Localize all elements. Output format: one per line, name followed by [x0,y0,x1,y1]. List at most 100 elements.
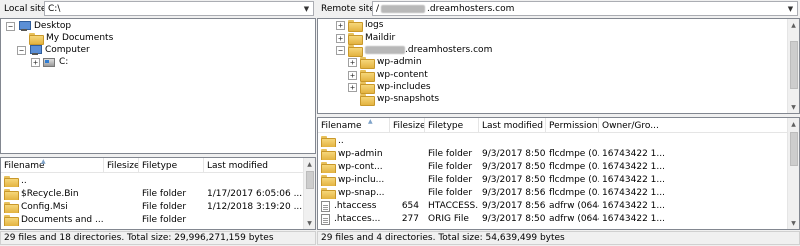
scrollbar-thumb[interactable] [790,132,798,166]
remote-tree-item-wp-includes[interactable]: + wp-includes [348,81,431,94]
file-name: wp-cont... [338,162,383,172]
chevron-down-icon[interactable]: ▼ [300,2,313,15]
file-permissions: flcdmpe (0... [549,175,599,185]
scroll-down-icon[interactable]: ▼ [788,101,799,113]
scrollbar-thumb[interactable] [306,171,314,189]
tree-item-c-drive[interactable]: + C: [31,56,68,68]
scroll-up-icon[interactable]: ▲ [788,19,799,31]
tree-item-label: Desktop [34,21,72,31]
column-header-filesize[interactable]: Filesize [104,158,139,173]
expand-icon[interactable]: + [348,57,357,67]
sort-ascending-icon: ▲ [368,118,373,125]
remote-tree-scrollbar[interactable]: ▲ ▼ [787,19,799,113]
column-header-filename[interactable]: Filename [1,158,104,173]
tree-item-label: My Documents [46,33,114,43]
folder-icon [4,176,19,187]
scroll-down-icon[interactable]: ▼ [788,217,799,229]
file-owner: 16743422 1... [602,201,665,211]
table-row[interactable]: wp-admin File folder 9/3/2017 8:50:1... … [318,148,788,160]
table-row[interactable]: wp-cont... File folder 9/3/2017 8:50:1..… [318,161,788,173]
column-header-permissions[interactable]: Permissions [546,118,599,133]
local-file-list-scrollbar[interactable]: ▲ ▼ [303,158,315,229]
table-row[interactable]: wp-inclu... File folder 9/3/2017 8:50:3.… [318,174,788,186]
file-permissions: adfrw (0644) [549,214,599,224]
expand-icon[interactable]: + [348,70,357,80]
column-header-last-modified[interactable]: Last modified [204,158,305,173]
expand-icon[interactable]: + [336,20,345,30]
file-type: File folder [142,215,187,225]
tree-item-label: Maildir [365,33,396,43]
folder-icon [360,82,375,94]
local-status-bar: 29 files and 18 directories. Total size:… [0,231,316,245]
folder-icon [348,45,363,57]
folder-icon [348,33,363,45]
expand-icon[interactable]: + [31,57,40,67]
file-modified: 9/3/2017 8:50:3... [482,214,546,224]
remote-tree-item-site[interactable]: − .dreamhosters.com [336,44,493,57]
remote-tree-item-wp-admin[interactable]: + wp-admin [348,56,422,69]
local-site-path-input[interactable]: C:\ ▼ [44,1,314,16]
collapse-icon[interactable]: − [336,45,345,55]
column-header-last-modified[interactable]: Last modified [479,118,546,133]
chevron-down-icon[interactable]: ▼ [784,2,797,15]
table-row[interactable]: wp-snap... File folder 9/3/2017 8:56:5..… [318,187,788,199]
remote-site-bar: Remote site: / .dreamhosters.com ▼ [317,0,800,18]
file-name: .. [338,136,344,146]
folder-icon [321,162,336,173]
table-row[interactable]: .htacces... 277 ORIG File 9/3/2017 8:50:… [318,213,788,225]
sort-ascending-icon: ▲ [41,158,46,165]
collapse-icon[interactable]: − [17,45,26,55]
remote-tree-item-maildir[interactable]: + Maildir [336,32,396,45]
file-size: 277 [401,214,419,224]
column-header-filetype[interactable]: Filetype [139,158,204,173]
remote-tree-item-wp-snapshots[interactable]: wp-snapshots [360,93,439,106]
table-row[interactable]: .htaccess 654 HTACCESS... 9/3/2017 8:56:… [318,200,788,212]
remote-site-path-input[interactable]: / .dreamhosters.com ▼ [372,1,798,16]
file-owner: 16743422 1... [602,162,665,172]
scrollbar-thumb[interactable] [790,41,798,89]
table-row[interactable]: .. [318,135,788,147]
remote-tree-pane[interactable]: + logs + Maildir − .dreamhosters.com + w… [317,18,800,114]
file-modified: 1/12/2018 3:19:20 ... [207,202,303,212]
table-row[interactable]: Config.Msi File folder 1/12/2018 3:19:20… [1,201,305,213]
local-tree-pane[interactable]: − Desktop My Documents − Computer + C: [0,18,316,154]
file-icon [321,213,330,225]
file-type: File folder [428,149,473,159]
tree-item-my-documents[interactable]: My Documents [29,32,114,45]
file-name: .htacces... [334,214,381,224]
tree-item-label: wp-admin [377,57,422,67]
table-row[interactable]: Documents and ... File folder [1,214,305,226]
file-name: .. [21,176,27,186]
column-header-owner-group[interactable]: Owner/Gro... [599,118,789,133]
folder-icon [29,33,44,45]
column-header-filetype[interactable]: Filetype [425,118,479,133]
tree-item-label: wp-content [377,70,428,80]
file-type: HTACCESS... [428,201,479,211]
collapse-icon[interactable]: − [6,21,15,31]
folder-icon [360,70,375,82]
table-row[interactable]: $Recycle.Bin File folder 1/17/2017 6:05:… [1,188,305,200]
scroll-up-icon[interactable]: ▲ [304,158,315,170]
column-header-filesize[interactable]: Filesize [390,118,425,133]
file-permissions: flcdmpe (0... [549,188,599,198]
tree-item-label: .dreamhosters.com [405,45,493,55]
file-name: wp-inclu... [338,175,385,185]
remote-tree-item-logs[interactable]: + logs [336,19,383,32]
tree-item-label: C: [59,57,69,67]
tree-item-desktop[interactable]: − Desktop [6,20,71,32]
expand-icon[interactable]: + [336,33,345,43]
expand-icon[interactable]: + [348,82,357,92]
column-header-filename[interactable]: Filename [318,118,390,133]
table-row[interactable]: .. [1,175,305,187]
remote-tree-item-wp-content[interactable]: + wp-content [348,69,428,82]
scroll-down-icon[interactable]: ▼ [304,217,315,229]
file-name: $Recycle.Bin [21,189,79,199]
file-size: 654 [401,201,419,211]
remote-file-list-scrollbar[interactable]: ▲ ▼ [787,118,799,229]
redacted-hostname [381,4,426,13]
folder-icon [321,149,336,160]
scroll-up-icon[interactable]: ▲ [788,118,799,130]
tree-item-computer[interactable]: − Computer [17,44,90,56]
local-file-list[interactable]: Filename ▲ Filesize Filetype Last modifi… [0,157,316,230]
folder-icon [348,20,363,32]
